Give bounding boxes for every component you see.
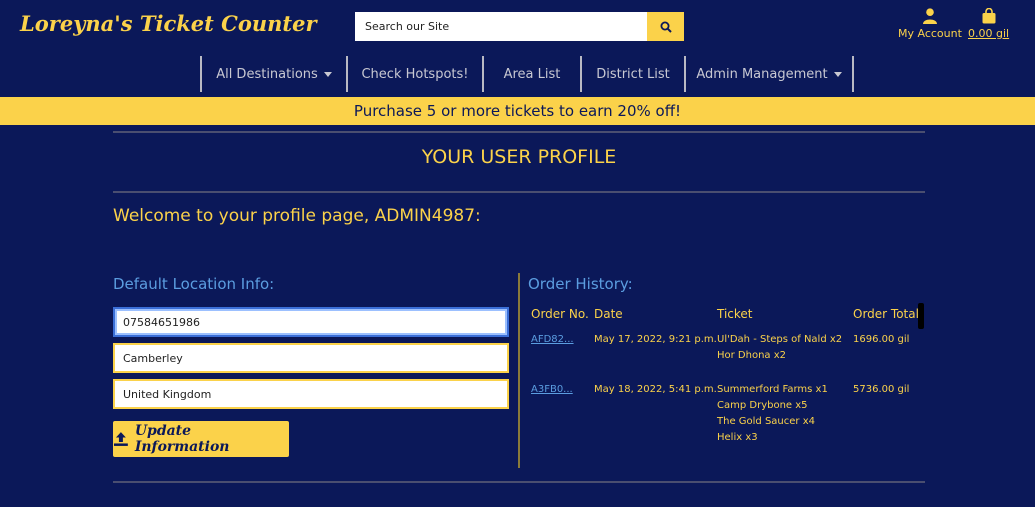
upload-icon xyxy=(113,432,128,446)
shopping-bag-icon xyxy=(982,8,996,24)
update-information-button[interactable]: Update Information xyxy=(113,421,289,457)
order-total: 5736.00 gil xyxy=(853,384,910,395)
nav-label: Check Hotspots! xyxy=(361,66,469,82)
order-ticket: Summerford Farms x1 xyxy=(717,384,828,395)
nav-label: Area List xyxy=(503,66,561,82)
location-heading: Default Location Info: xyxy=(113,275,275,293)
my-account-link[interactable]: My Account xyxy=(898,8,962,40)
divider xyxy=(113,191,925,193)
cart-link[interactable]: 0.00 gil xyxy=(968,8,1009,40)
col-header-order-total: Order Total xyxy=(853,307,919,321)
order-ticket: Hor Dhona x2 xyxy=(717,350,787,361)
search-bar xyxy=(355,12,684,41)
nav-area-list[interactable]: Area List xyxy=(484,56,580,92)
order-date: May 18, 2022, 5:41 p.m. xyxy=(594,384,717,395)
column-divider xyxy=(518,273,520,468)
order-ticket: Helix x3 xyxy=(717,432,758,443)
order-number-link[interactable]: A3FB0... xyxy=(531,382,573,398)
order-number-link[interactable]: AFD82... xyxy=(531,332,574,348)
order-ticket: Ul'Dah - Steps of Nald x2 xyxy=(717,334,843,345)
col-header-date: Date xyxy=(594,307,623,321)
main-nav: All Destinations Check Hotspots! Area Li… xyxy=(200,56,854,92)
nav-label: All Destinations xyxy=(216,66,318,82)
nav-check-hotspots[interactable]: Check Hotspots! xyxy=(348,56,482,92)
page-title: YOUR USER PROFILE xyxy=(421,146,617,168)
country-field[interactable]: United Kingdom xyxy=(113,379,509,409)
search-icon xyxy=(660,21,672,33)
update-label: Update Information xyxy=(134,423,230,455)
nav-divider xyxy=(852,56,854,92)
site-brand[interactable]: Loreyna's Ticket Counter xyxy=(20,11,317,36)
divider xyxy=(113,131,925,133)
search-input[interactable] xyxy=(355,12,647,41)
order-ticket: Camp Drybone x5 xyxy=(717,400,808,411)
divider xyxy=(113,481,925,483)
town-field[interactable]: Camberley xyxy=(113,343,509,373)
order-ticket: The Gold Saucer x4 xyxy=(717,416,815,427)
col-header-order-no: Order No. xyxy=(531,307,589,321)
caret-down-icon xyxy=(833,71,842,77)
nav-label: Admin Management xyxy=(696,66,828,82)
welcome-message: Welcome to your profile page, ADMIN4987: xyxy=(113,206,481,226)
nav-district-list[interactable]: District List xyxy=(582,56,684,92)
my-account-label: My Account xyxy=(898,27,962,40)
order-date: May 17, 2022, 9:21 p.m. xyxy=(594,334,717,345)
order-history-heading: Order History: xyxy=(528,275,633,293)
user-icon xyxy=(922,8,937,24)
nav-admin-management[interactable]: Admin Management xyxy=(686,56,852,92)
nav-label: District List xyxy=(596,66,670,82)
search-button[interactable] xyxy=(647,12,684,41)
phone-field[interactable]: 07584651986 xyxy=(113,307,509,337)
table-scrollbar[interactable] xyxy=(918,303,924,329)
col-header-ticket: Ticket xyxy=(717,307,753,321)
cart-total-label: 0.00 gil xyxy=(968,27,1010,40)
order-total: 1696.00 gil xyxy=(853,334,910,345)
nav-all-destinations[interactable]: All Destinations xyxy=(202,56,346,92)
promo-banner: Purchase 5 or more tickets to earn 20% o… xyxy=(0,97,1035,125)
caret-down-icon xyxy=(323,71,332,77)
